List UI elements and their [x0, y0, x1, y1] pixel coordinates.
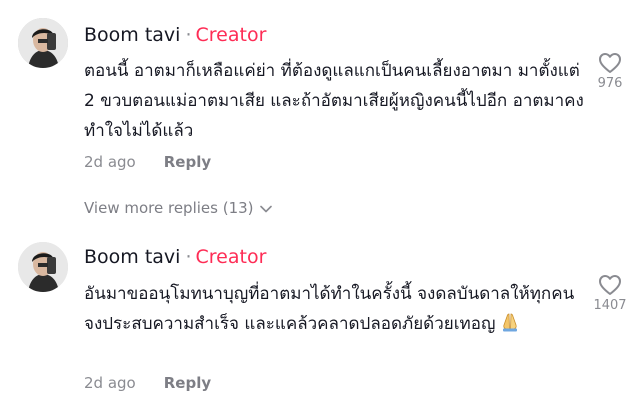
avatar-photo: [18, 18, 68, 68]
comment-header: Boom tavi · Creator: [84, 23, 266, 47]
comment-text: ตอนนี้ อาตมาก็เหลือแค่ย่า ที่ต้องดูแลแกเ…: [84, 61, 584, 141]
like-control: 976: [588, 52, 632, 91]
author-name[interactable]: Boom tavi: [84, 24, 180, 46]
folded-hands-emoji: [503, 313, 518, 332]
comment-header: Boom tavi · Creator: [84, 245, 266, 269]
avatar-photo: [18, 242, 68, 292]
avatar[interactable]: [18, 242, 68, 292]
view-more-replies-button[interactable]: View more replies (13): [84, 198, 272, 218]
like-count: 1407: [593, 298, 627, 313]
comment-meta: 2d ago Reply: [84, 152, 211, 172]
comment-text: อันมาขออนุโมทนาบุญที่อาตมาได้ทำในครั้งนี…: [84, 279, 584, 339]
reply-button[interactable]: Reply: [164, 153, 211, 171]
reply-button[interactable]: Reply: [164, 374, 211, 392]
creator-badge: Creator: [195, 246, 267, 268]
creator-badge: Creator: [195, 24, 267, 46]
avatar[interactable]: [18, 18, 68, 68]
like-control: 1407: [588, 274, 632, 313]
view-more-label: View more replies (13): [84, 199, 254, 217]
separator-dot: ·: [185, 24, 192, 46]
heart-outline-icon[interactable]: [598, 52, 622, 74]
comment-meta: 2d ago Reply: [84, 373, 211, 393]
timestamp: 2d ago: [84, 153, 136, 171]
chevron-down-icon: [259, 205, 272, 212]
timestamp: 2d ago: [84, 374, 136, 392]
like-count: 976: [597, 76, 623, 91]
author-name[interactable]: Boom tavi: [84, 246, 180, 268]
heart-outline-icon[interactable]: [598, 274, 622, 296]
separator-dot: ·: [185, 246, 192, 268]
